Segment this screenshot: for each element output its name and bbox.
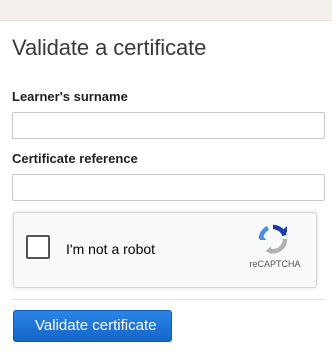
divider [12,299,326,300]
recaptcha-label: I'm not a robot [66,241,156,257]
page-title: Validate a certificate [12,35,207,60]
page: Validate a certificate Learner's surname… [0,0,332,354]
recaptcha-logo-icon [258,224,288,254]
validate-form: Validate a certificate Learner's surname… [12,21,326,342]
header-band [0,0,332,21]
certificate-reference-label: Certificate reference [12,151,138,166]
certificate-reference-input[interactable] [12,174,325,201]
recaptcha-checkbox[interactable] [26,235,50,259]
surname-label: Learner's surname [12,89,128,104]
recaptcha-brand: reCAPTCHA [249,259,301,269]
surname-input[interactable] [12,112,325,139]
recaptcha-widget: I'm not a robot reCAPTCHA [13,212,317,288]
validate-certificate-button[interactable]: Validate certificate [13,310,173,342]
